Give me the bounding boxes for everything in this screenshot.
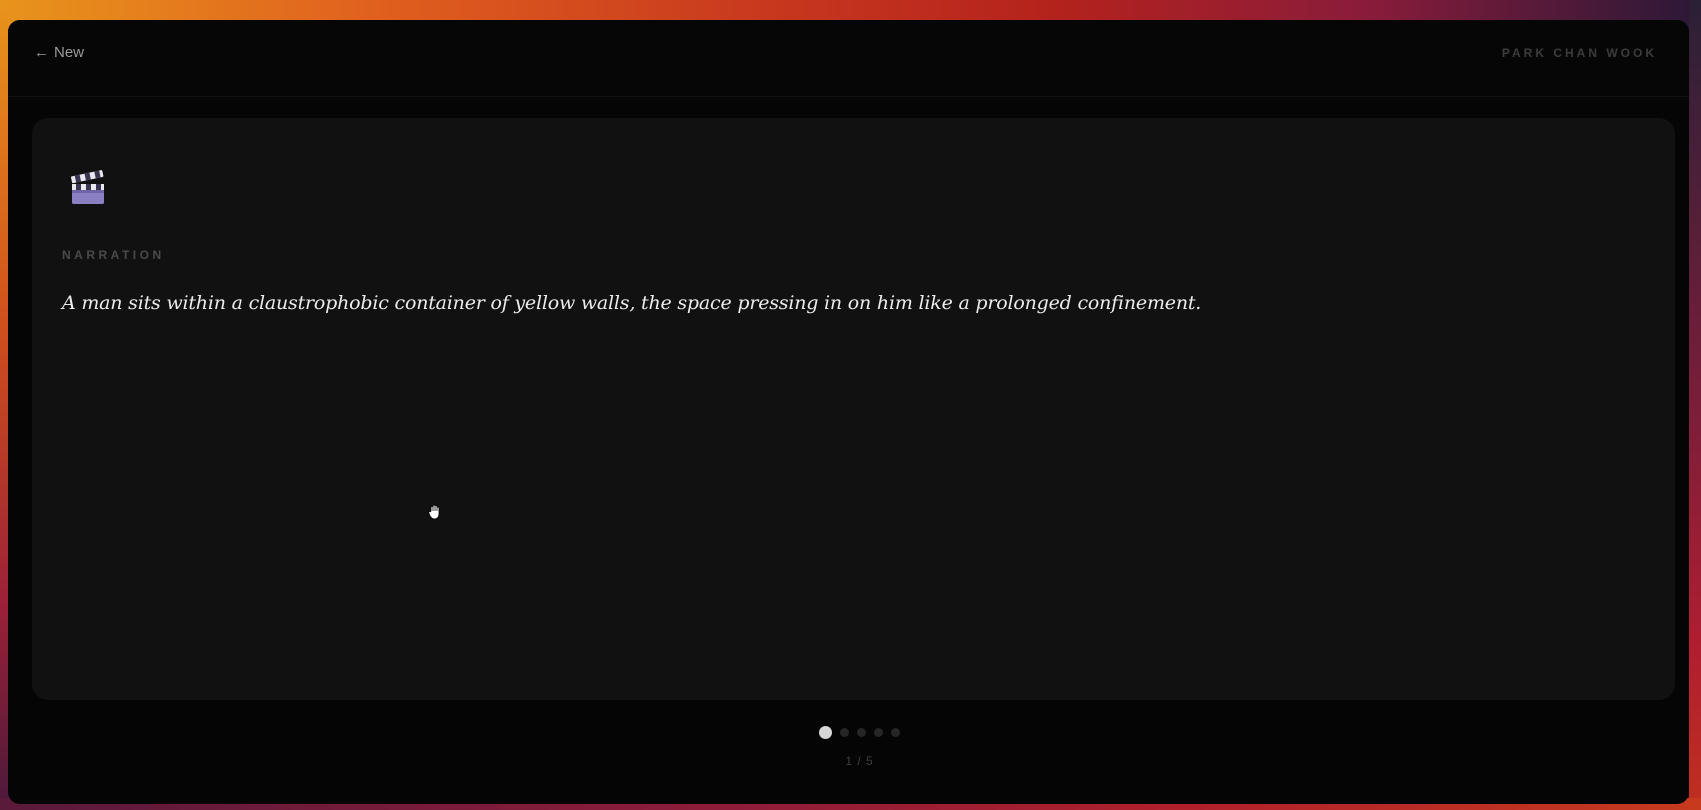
page-dot-3[interactable] <box>857 728 866 737</box>
page-indicator <box>8 726 1689 739</box>
section-label: NARRATION <box>62 248 165 262</box>
narration-text: A man sits within a claustrophobic conta… <box>62 292 1202 314</box>
clapperboard-icon <box>70 168 106 211</box>
page-dot-1[interactable] <box>819 726 832 739</box>
back-label: New <box>54 44 85 61</box>
back-new-button[interactable]: ← New <box>34 44 84 61</box>
page-dot-4[interactable] <box>874 728 883 737</box>
page-dot-5[interactable] <box>891 728 900 737</box>
app-window: ← New PARK CHAN WOOK NARRATION A man sit… <box>8 20 1689 804</box>
hand-cursor-icon <box>428 504 442 525</box>
page-count: 1 / 5 <box>845 754 874 768</box>
wallpaper-right-edge <box>1689 0 1701 810</box>
scene-card[interactable]: NARRATION A man sits within a claustroph… <box>32 118 1675 700</box>
director-name: PARK CHAN WOOK <box>1501 46 1657 60</box>
top-bar: ← New PARK CHAN WOOK <box>8 20 1689 97</box>
back-arrow-icon: ← <box>34 44 49 61</box>
page-dot-2[interactable] <box>840 728 849 737</box>
